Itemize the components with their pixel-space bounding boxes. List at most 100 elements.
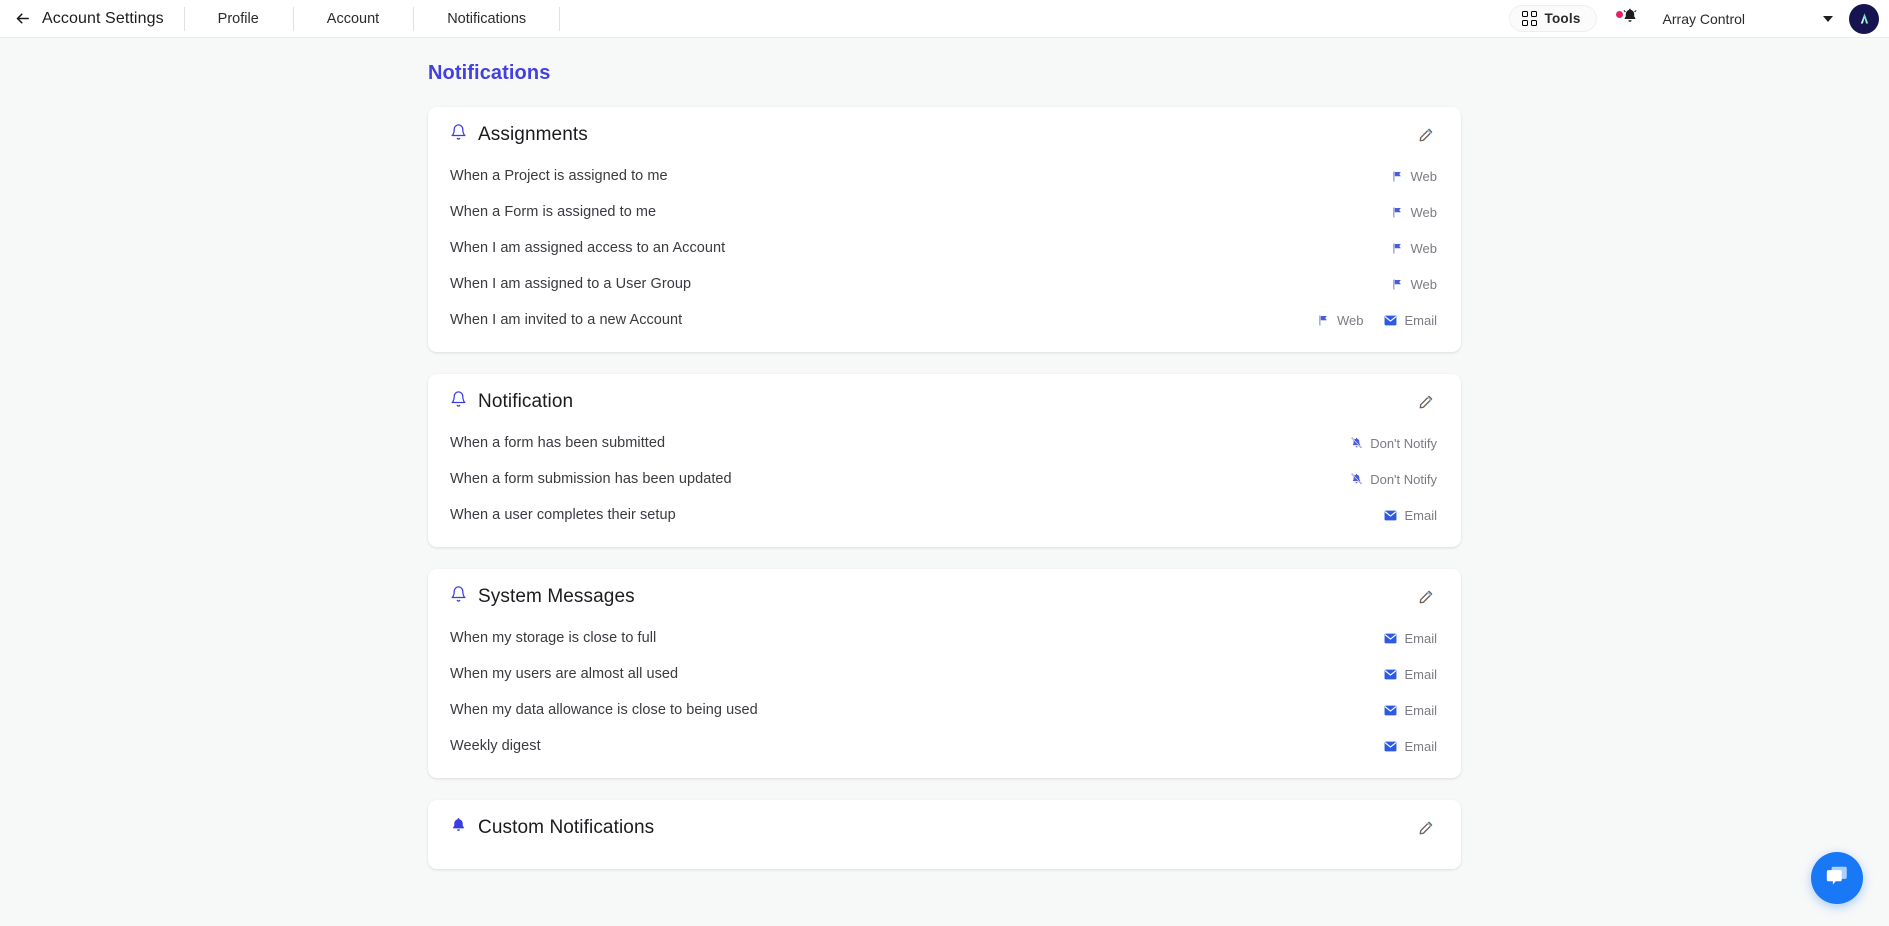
notification-row: When my data allowance is close to being… — [450, 692, 1437, 728]
row-badges: Email — [1383, 667, 1437, 682]
card-notification: Notification When a form has been submit… — [428, 374, 1461, 547]
badge-email[interactable]: Email — [1383, 631, 1437, 646]
page-content: Notifications Assignments When a Project… — [428, 62, 1461, 869]
edit-assignments-button[interactable] — [1415, 124, 1437, 146]
envelope-icon — [1383, 739, 1397, 753]
badge-label: Web — [1410, 240, 1438, 256]
badge-email[interactable]: Email — [1383, 313, 1437, 328]
bell-icon — [1621, 7, 1639, 30]
tools-button-label: Tools — [1544, 11, 1581, 26]
notification-row: Weekly digest Email — [450, 728, 1437, 764]
badge-label: Email — [1404, 630, 1437, 646]
chat-bubble-icon — [1824, 863, 1850, 894]
notification-row: When I am assigned access to an Account … — [450, 230, 1437, 266]
badge-dont-notify[interactable]: Don't Notify — [1349, 436, 1437, 451]
card-header: System Messages — [450, 585, 1437, 608]
tab-notifications-label: Notifications — [447, 10, 527, 27]
top-bar: Account Settings Profile Account Notific… — [0, 0, 1889, 38]
row-label: Weekly digest — [450, 738, 541, 754]
notifications-bell-button[interactable] — [1615, 7, 1641, 30]
row-badges: Don't Notify — [1349, 436, 1437, 451]
envelope-icon — [1383, 313, 1397, 327]
notification-row: When a Form is assigned to me Web — [450, 194, 1437, 230]
badge-web[interactable]: Web — [1390, 204, 1438, 220]
row-badges: Web — [1390, 240, 1438, 256]
row-badges: Don't Notify — [1349, 472, 1437, 487]
row-label: When a form has been submitted — [450, 435, 666, 451]
page-title: Notifications — [428, 62, 551, 84]
chevron-down-icon[interactable] — [1823, 15, 1833, 22]
badge-web[interactable]: Web — [1390, 277, 1437, 292]
row-label: When a Project is assigned to me — [450, 168, 668, 184]
bell-outline-icon — [450, 123, 467, 146]
settings-tabs: Profile Account Notifications — [183, 0, 561, 37]
flag-icon — [1390, 169, 1404, 183]
rows-system-messages: When my storage is close to full Email W… — [450, 620, 1437, 764]
badge-web[interactable]: Web — [1390, 168, 1438, 184]
badge-label: Email — [1404, 702, 1437, 718]
flag-icon — [1390, 205, 1404, 219]
badge-email[interactable]: Email — [1383, 508, 1437, 523]
tab-profile[interactable]: Profile — [183, 4, 293, 34]
notification-row: When I am invited to a new Account Web E… — [450, 302, 1437, 338]
badge-label: Don't Notify — [1370, 471, 1437, 487]
bell-slash-icon — [1349, 472, 1363, 486]
bell-outline-icon — [450, 390, 467, 413]
back-to-account-settings[interactable]: Account Settings — [0, 0, 184, 37]
rows-notification: When a form has been submitted Don't Not… — [450, 425, 1437, 533]
row-badges: Email — [1383, 631, 1437, 646]
edit-notification-button[interactable] — [1415, 391, 1437, 413]
tools-button[interactable]: Tools — [1509, 5, 1597, 32]
bell-slash-icon — [1349, 436, 1363, 450]
row-badges: Email — [1383, 739, 1437, 754]
notification-row: When a form has been submitted Don't Not… — [450, 425, 1437, 461]
tab-account-label: Account — [326, 10, 380, 27]
card-assignments: Assignments When a Project is assigned t… — [428, 107, 1461, 352]
notification-row: When a Project is assigned to me Web — [450, 158, 1437, 194]
row-label: When a user completes their setup — [450, 507, 676, 523]
envelope-icon — [1383, 703, 1397, 717]
badge-email[interactable]: Email — [1383, 739, 1437, 754]
badge-label: Web — [1410, 204, 1438, 220]
notification-row: When a form submission has been updated — [450, 461, 1437, 497]
avatar[interactable] — [1849, 3, 1879, 34]
badge-label: Email — [1404, 666, 1437, 682]
badge-label: Email — [1404, 507, 1437, 523]
badge-label: Email — [1404, 312, 1437, 328]
card-title: Custom Notifications — [478, 816, 655, 838]
badge-dont-notify[interactable]: Don't Notify — [1349, 472, 1437, 487]
edit-system-messages-button[interactable] — [1415, 586, 1437, 608]
chat-widget-button[interactable] — [1811, 852, 1863, 904]
back-label: Account Settings — [42, 9, 164, 27]
edit-custom-notifications-button[interactable] — [1415, 817, 1437, 839]
row-badges: Email — [1383, 508, 1437, 523]
card-title: Assignments — [478, 123, 588, 145]
badge-web[interactable]: Web — [1390, 240, 1438, 256]
org-name-label: Array Control — [1662, 10, 1745, 27]
row-badges: Email — [1383, 703, 1437, 718]
badge-email[interactable]: Email — [1383, 703, 1437, 718]
row-label: When a Form is assigned to me — [450, 204, 657, 220]
card-header: Notification — [450, 390, 1437, 413]
badge-label: Web — [1336, 312, 1364, 328]
row-badges: Web Email — [1316, 313, 1437, 328]
tab-account[interactable]: Account — [292, 4, 413, 34]
tab-notifications[interactable]: Notifications — [413, 4, 561, 34]
row-badges: Web — [1390, 277, 1437, 292]
envelope-icon — [1383, 631, 1397, 645]
card-header: Assignments — [450, 123, 1437, 146]
badge-label: Email — [1404, 738, 1437, 754]
badge-web[interactable]: Web — [1316, 312, 1364, 328]
row-label: When a form submission has been updated — [450, 471, 732, 487]
flag-icon — [1390, 241, 1404, 255]
envelope-icon — [1383, 508, 1397, 522]
badge-label: Web — [1410, 168, 1438, 184]
row-label: When my users are almost all used — [450, 666, 679, 682]
row-label: When my storage is close to full — [450, 630, 657, 646]
bell-outline-icon — [450, 585, 467, 608]
card-system-messages: System Messages When my storage is close… — [428, 569, 1461, 778]
notification-row: When a user completes their setup Email — [450, 497, 1437, 533]
badge-email[interactable]: Email — [1383, 667, 1437, 682]
top-bar-right: Tools Array Control — [1509, 0, 1889, 37]
notification-badge-dot — [1615, 10, 1623, 18]
